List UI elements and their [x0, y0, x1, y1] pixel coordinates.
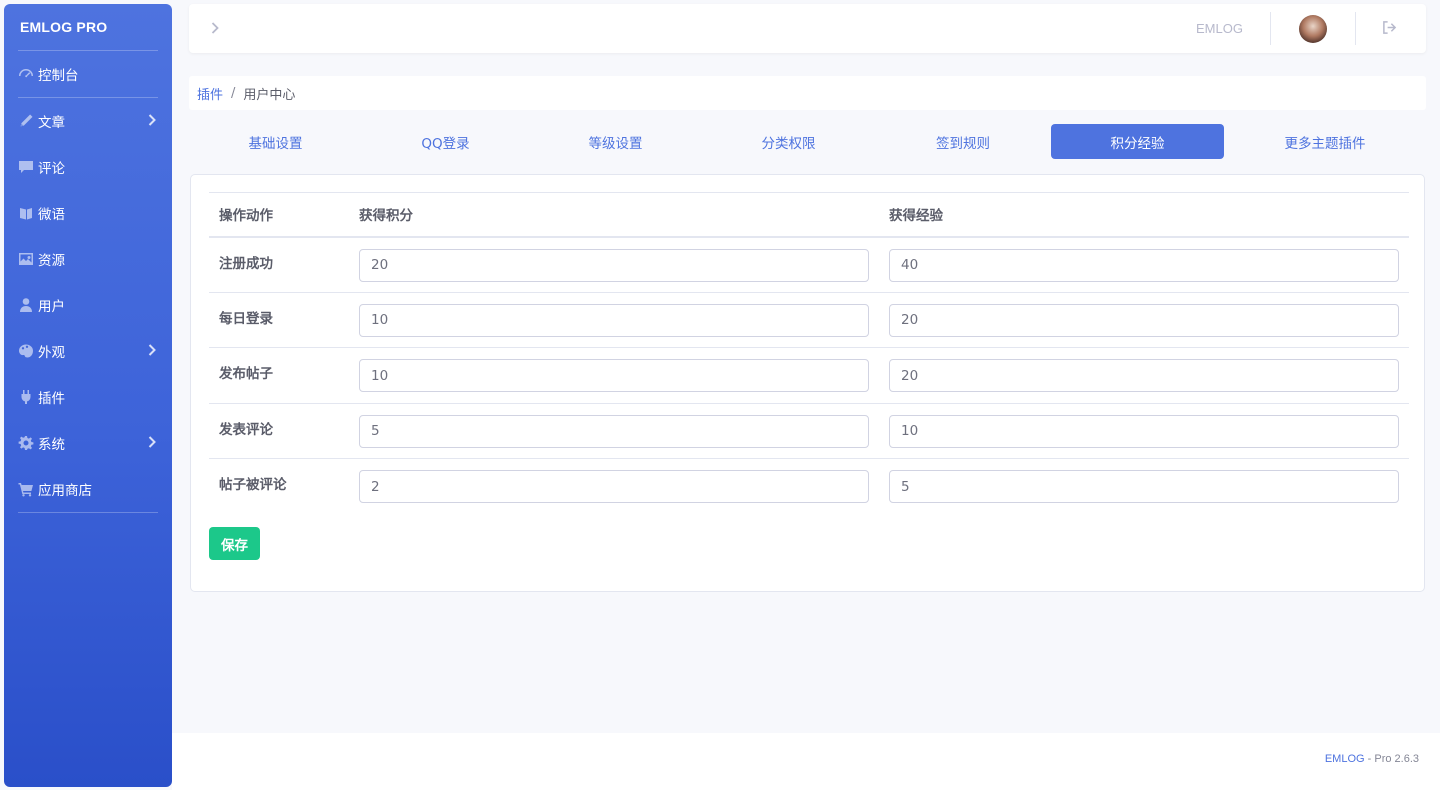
tab-points-experience[interactable]: 积分经验 [1051, 124, 1224, 159]
sidebar-item-media[interactable]: 资源 [4, 236, 172, 282]
sidebar-item-label: 文章 [38, 115, 65, 131]
plug-icon [17, 388, 35, 406]
experience-input[interactable] [889, 248, 1399, 282]
username-link[interactable]: EMLOG [1196, 21, 1243, 36]
breadcrumb-current: 用户中心 [243, 87, 296, 103]
pencil-icon [17, 112, 35, 130]
topbar: EMLOG [189, 4, 1426, 53]
tab-more-themes-plugins[interactable]: 更多主题插件 [1224, 124, 1426, 159]
user-icon [17, 296, 35, 314]
dashboard-icon [17, 65, 35, 83]
sidebar-item-label: 用户 [38, 299, 65, 315]
tab-checkin-rules[interactable]: 签到规则 [875, 124, 1051, 159]
table-row: 发表评论 [209, 403, 1409, 459]
tab-bar: 基础设置 QQ登录 等级设置 分类权限 签到规则 积分经验 更多主题插件 [189, 124, 1426, 159]
sidebar-item-label: 应用商店 [38, 483, 92, 499]
palette-icon [17, 342, 35, 360]
footer: EMLOG - Pro 2.6.3 [172, 733, 1440, 790]
logout-icon[interactable] [1382, 20, 1398, 36]
tab-level-settings[interactable]: 等级设置 [529, 124, 702, 159]
tab-category-permissions[interactable]: 分类权限 [702, 124, 875, 159]
sidebar-item-posts[interactable]: 文章 [4, 98, 172, 144]
points-input[interactable] [359, 414, 869, 448]
sidebar-item-label: 外观 [38, 345, 65, 361]
points-input[interactable] [359, 359, 869, 392]
table-row: 发布帖子 [209, 347, 1409, 404]
sidebar-item-system[interactable]: 系统 [4, 420, 172, 466]
column-header-experience: 获得经验 [879, 192, 1409, 238]
sidebar-item-microblog[interactable]: 微语 [4, 190, 172, 236]
table-row: 帖子被评论 [209, 459, 1409, 515]
experience-input[interactable] [889, 359, 1399, 392]
column-header-points: 获得积分 [349, 192, 879, 238]
table-header-row: 操作动作 获得积分 获得经验 [209, 192, 1409, 238]
sidebar-item-label: 插件 [38, 391, 65, 407]
version-info: EMLOG - Pro 2.6.3 [1325, 753, 1419, 765]
sidebar-item-appearance[interactable]: 外观 [4, 328, 172, 374]
sidebar-item-store[interactable]: 应用商店 [4, 466, 172, 512]
points-input[interactable] [359, 470, 869, 503]
action-label: 发布帖子 [209, 347, 349, 404]
gear-icon [17, 434, 35, 452]
sidebar-item-label: 资源 [38, 253, 65, 269]
sidebar-item-users[interactable]: 用户 [4, 282, 172, 328]
topbar-divider [1270, 12, 1271, 45]
save-button[interactable]: 保存 [209, 527, 260, 560]
action-label: 帖子被评论 [219, 477, 287, 493]
footer-brand-link[interactable]: EMLOG [1325, 753, 1365, 765]
experience-input[interactable] [889, 303, 1399, 337]
breadcrumb-plugins-link[interactable]: 插件 [197, 84, 223, 103]
cart-icon [17, 480, 35, 498]
points-input[interactable] [359, 248, 869, 282]
table-row: 每日登录 [209, 292, 1409, 348]
topbar-divider [1355, 12, 1356, 45]
chevron-right-icon [148, 435, 156, 449]
brand-logo[interactable]: EMLOG PRO [4, 4, 172, 50]
tab-qq-login[interactable]: QQ登录 [362, 124, 529, 159]
action-label: 发表评论 [209, 403, 349, 459]
sidebar-nav: 控制台 文章 评论 微语 资源 用户 外观 插件 系统 应用商店 [4, 51, 172, 513]
table-row: 注册成功 [209, 236, 1409, 293]
experience-input[interactable] [889, 414, 1399, 448]
sidebar-item-dashboard[interactable]: 控制台 [4, 51, 172, 97]
chevron-right-icon [148, 113, 156, 127]
action-label: 注册成功 [209, 236, 349, 293]
sidebar-item-label: 评论 [38, 161, 65, 177]
breadcrumb-separator: / [231, 85, 236, 101]
sidebar-item-plugins[interactable]: 插件 [4, 374, 172, 420]
twitter-cards-icon [17, 204, 35, 222]
footer-version: - Pro 2.6.3 [1364, 753, 1419, 765]
breadcrumb: 插件 / 用户中心 [189, 76, 1426, 110]
image-icon [17, 250, 35, 268]
action-label: 每日登录 [209, 292, 349, 348]
points-settings-card: 操作动作 获得积分 获得经验 注册成功 每日登录 发布帖子 发表 [190, 174, 1425, 592]
experience-input[interactable] [889, 470, 1399, 503]
sidebar-divider [18, 512, 158, 513]
points-input[interactable] [359, 303, 869, 337]
sidebar-item-label: 微语 [38, 207, 65, 223]
sidebar-toggle-chevron-icon[interactable] [211, 21, 221, 35]
avatar[interactable] [1299, 15, 1327, 43]
chevron-right-icon [148, 343, 156, 357]
sidebar-item-label: 控制台 [38, 68, 79, 84]
sidebar-item-label: 系统 [38, 437, 65, 453]
comment-icon [17, 158, 35, 176]
sidebar: EMLOG PRO 控制台 文章 评论 微语 资源 用户 外观 插件 系统 应用… [4, 4, 172, 787]
tab-basic-settings[interactable]: 基础设置 [189, 124, 362, 159]
sidebar-item-comments[interactable]: 评论 [4, 144, 172, 190]
points-table: 操作动作 获得积分 获得经验 注册成功 每日登录 发布帖子 发表 [209, 192, 1409, 514]
column-header-action: 操作动作 [209, 192, 349, 238]
